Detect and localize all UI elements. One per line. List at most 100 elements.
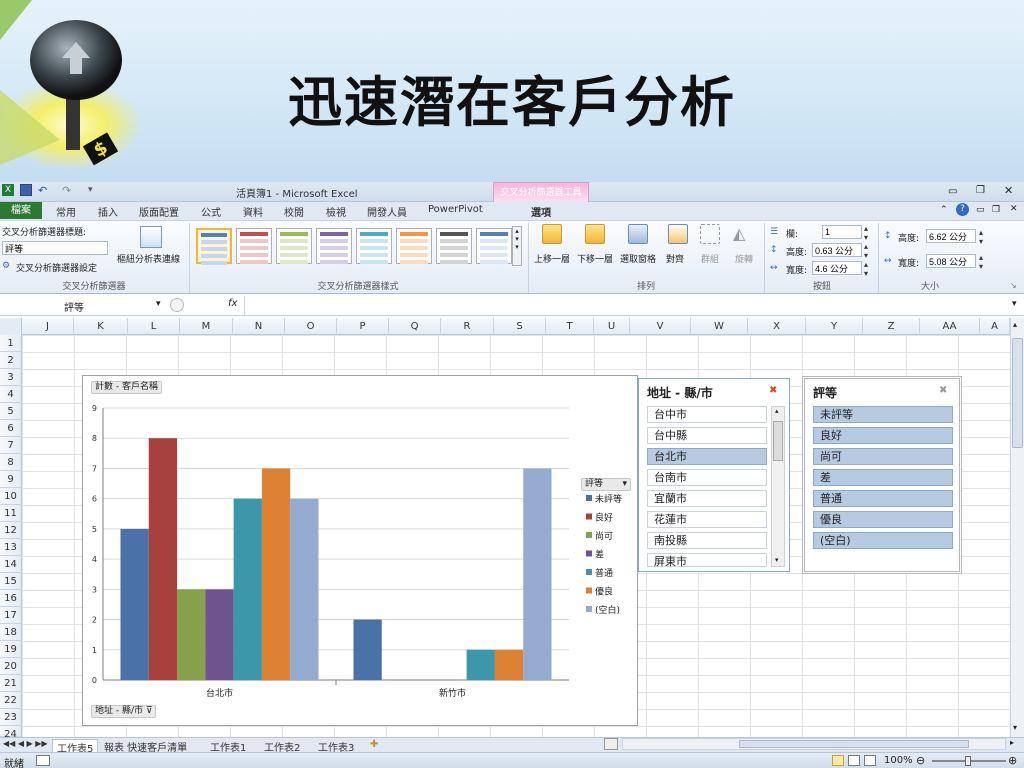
row-header[interactable]: 13 <box>0 539 22 556</box>
row-header[interactable]: 5 <box>0 403 22 420</box>
insert-sheet-icon[interactable]: ✚ <box>370 739 378 750</box>
row-header[interactable]: 9 <box>0 471 22 488</box>
workbook-minimize-icon[interactable]: ▭ <box>976 205 985 215</box>
redo-icon[interactable]: ↷ <box>62 184 71 197</box>
row-header[interactable]: 4 <box>0 386 22 403</box>
row-header[interactable]: 2 <box>0 352 22 369</box>
row-header[interactable]: 21 <box>0 675 22 692</box>
slicer-style-swatch[interactable] <box>396 228 432 264</box>
excel-app-icon[interactable]: X <box>2 184 14 196</box>
slicer-item[interactable]: 台南市 <box>647 469 767 486</box>
row-header[interactable]: 15 <box>0 573 22 590</box>
slicer-settings-icon[interactable]: ⚙ <box>2 261 10 271</box>
send-backward-button[interactable]: 下移一層 <box>577 252 613 265</box>
selection-pane-icon[interactable] <box>628 224 648 244</box>
column-header[interactable]: Y <box>806 318 863 335</box>
slicer-style-swatch[interactable] <box>356 228 392 264</box>
align-icon[interactable] <box>668 224 688 244</box>
clear-filter-icon[interactable]: ✖ <box>939 385 947 396</box>
slicer-scrollbar[interactable]: ▴ ▾ <box>771 406 785 567</box>
group-button[interactable]: 群組 <box>701 252 719 265</box>
horizontal-scroll-thumb[interactable] <box>739 740 969 748</box>
slicer-style-swatch[interactable] <box>236 228 272 264</box>
column-header[interactable]: L <box>128 318 180 335</box>
column-header[interactable]: R <box>441 318 494 335</box>
pivot-chart[interactable]: 計數 - 客戶名稱 評等 ▾ 地址 - 縣/市 ⊽ 0 1 2 3 4 5 6 7 8 9 台北市新… <box>82 375 638 726</box>
slicer-item[interactable]: 差 <box>813 469 953 486</box>
select-all-corner[interactable] <box>0 318 22 335</box>
horizontal-scrollbar[interactable] <box>622 738 1006 750</box>
tab-developer[interactable]: 開發人員 <box>367 204 407 219</box>
tab-powerpivot[interactable]: PowerPivot <box>428 204 483 215</box>
tab-review[interactable]: 校閱 <box>284 204 304 219</box>
zoom-in-icon[interactable]: ⊕ <box>1008 754 1017 767</box>
save-icon[interactable] <box>20 184 32 196</box>
slicer-item[interactable]: 台北市 <box>647 448 767 465</box>
slicer-item[interactable]: 優良 <box>813 511 953 528</box>
row-header[interactable]: 1 <box>0 335 22 352</box>
workbook-close-icon[interactable]: ✕ <box>1010 204 1018 214</box>
columns-spinner[interactable]: ▴ ▾ <box>864 224 868 242</box>
slicer-rating[interactable]: 評等 ✖ 未評等 良好 尚可 差 普通 優良 (空白) <box>802 376 962 574</box>
row-header[interactable]: 8 <box>0 454 22 471</box>
slicer-width-field[interactable] <box>926 254 976 268</box>
send-backward-icon[interactable] <box>585 224 605 244</box>
column-header[interactable]: P <box>337 318 389 335</box>
tab-options[interactable]: 選項 <box>531 204 551 219</box>
slicer-item[interactable]: 良好 <box>813 427 953 444</box>
row-header[interactable]: 11 <box>0 505 22 522</box>
workbook-restore-icon[interactable]: ❐ <box>992 205 1000 215</box>
row-header[interactable]: 22 <box>0 692 22 709</box>
rotate-icon[interactable]: ◭ <box>733 224 753 244</box>
slicer-scroll-down-icon[interactable]: ▾ <box>775 556 779 564</box>
slicer-item[interactable]: 未評等 <box>813 406 953 423</box>
slicer-style-swatch[interactable] <box>276 228 312 264</box>
tab-view[interactable]: 檢視 <box>326 204 346 219</box>
ribbon-collapse-icon[interactable]: ⌃ <box>940 205 948 215</box>
slicer-settings-button[interactable]: 交叉分析篩選器設定 <box>16 261 97 274</box>
slicer-item[interactable]: 普通 <box>813 490 953 507</box>
row-header[interactable]: 16 <box>0 590 22 607</box>
column-header[interactable]: M <box>180 318 233 335</box>
slicer-scroll-up-icon[interactable]: ▴ <box>775 407 779 415</box>
column-header[interactable]: Z <box>863 318 920 335</box>
row-header[interactable]: 24 <box>0 726 22 740</box>
name-box[interactable]: 評等 <box>64 299 84 314</box>
row-header[interactable]: 20 <box>0 658 22 675</box>
sheet-nav-arrows-icon[interactable]: ◀◀ ◀ ▶ ▶▶ <box>3 739 48 748</box>
page-break-view-icon[interactable] <box>864 755 876 766</box>
row-header[interactable]: 10 <box>0 488 22 505</box>
column-header[interactable]: Q <box>389 318 441 335</box>
slicer-item[interactable]: 宜蘭市 <box>647 490 767 507</box>
name-box-dropdown-icon[interactable]: ▾ <box>156 299 161 309</box>
size-dialog-launcher-icon[interactable]: ↘ <box>1010 281 1017 290</box>
row-header[interactable]: 12 <box>0 522 22 539</box>
slicer-height-field[interactable] <box>926 229 976 243</box>
clear-filter-icon[interactable]: ✖ <box>769 385 777 396</box>
scroll-right-icon[interactable]: ▸ <box>1010 738 1014 747</box>
column-header[interactable]: K <box>74 318 128 335</box>
slicer-style-swatch[interactable] <box>436 228 472 264</box>
slicer-item[interactable]: 台中縣 <box>647 427 767 444</box>
align-button[interactable]: 對齊 <box>666 252 684 265</box>
slicer-scroll-thumb[interactable] <box>773 421 783 461</box>
row-header[interactable]: 17 <box>0 607 22 624</box>
formula-bar-expand-icon[interactable]: ▾ <box>1012 299 1017 309</box>
column-header[interactable]: W <box>691 318 748 335</box>
button-width-field[interactable] <box>812 261 862 275</box>
row-header[interactable]: 14 <box>0 556 22 573</box>
zoom-slider-handle[interactable] <box>965 756 971 766</box>
button-height-spinner[interactable]: ▴ ▾ <box>864 242 868 260</box>
column-header[interactable]: J <box>22 318 74 335</box>
columns-field[interactable] <box>822 225 862 239</box>
column-header[interactable]: O <box>285 318 337 335</box>
slicer-item[interactable]: 台中市 <box>647 406 767 423</box>
tab-split-handle[interactable] <box>604 738 618 750</box>
slicer-style-swatch[interactable] <box>476 228 512 264</box>
tab-file[interactable]: 檔案 <box>0 202 42 219</box>
slicer-height-spinner[interactable]: ▴ ▾ <box>979 228 983 246</box>
row-header[interactable]: 3 <box>0 369 22 386</box>
tab-data[interactable]: 資料 <box>243 204 263 219</box>
column-header[interactable]: V <box>630 318 691 335</box>
row-header[interactable]: 6 <box>0 420 22 437</box>
